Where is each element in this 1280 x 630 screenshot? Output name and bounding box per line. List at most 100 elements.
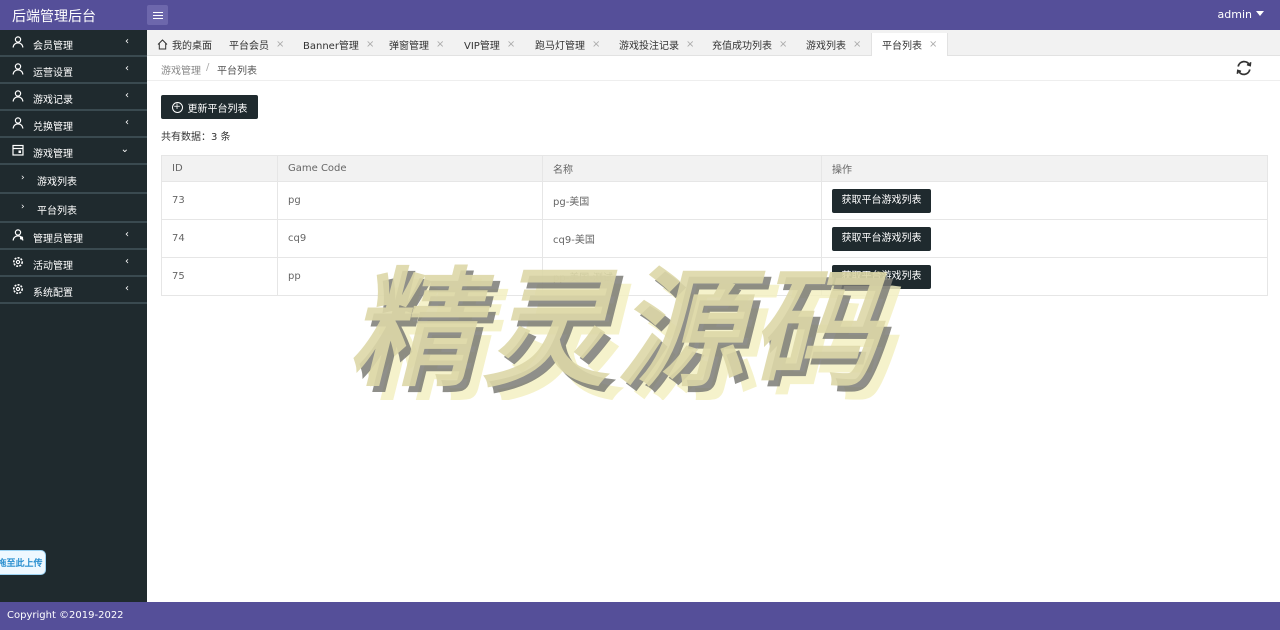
sidebar-item-member[interactable]: 会员管理 ‹ [0, 30, 147, 57]
sidebar-item-label: 会员管理 [33, 41, 73, 52]
tab-popup[interactable]: 弹窗管理 × [389, 33, 444, 56]
sidebar-item-admin[interactable]: 管理员管理 ‹ [0, 223, 147, 250]
sidebar-subitem-game-list[interactable]: › 游戏列表 [0, 165, 147, 194]
tab-label: 游戏投注记录 [619, 41, 679, 52]
sidebar-item-game-record[interactable]: 游戏记录 ‹ [0, 84, 147, 111]
sidebar-item-label: 游戏记录 [33, 95, 73, 106]
tab-platform-list[interactable]: 平台列表 × [871, 33, 949, 56]
refresh-icon[interactable] [1235, 59, 1253, 77]
users-icon [12, 229, 24, 241]
table-row: 74 cq9 cq9-美国 获取平台游戏列表 [161, 219, 1268, 258]
close-icon[interactable]: × [592, 39, 600, 50]
tab-vip[interactable]: VIP管理 × [464, 33, 515, 56]
sidebar-item-game-management[interactable]: 游戏管理 ⌄ [0, 138, 147, 165]
user-menu[interactable]: admin [1218, 8, 1264, 21]
sidebar-item-label: 活动管理 [33, 261, 73, 272]
tab-bet-record[interactable]: 游戏投注记录 × [619, 33, 694, 56]
platform-table: ID Game Code 名称 操作 73 pg pg-美国 获取平台游戏列表 … [161, 155, 1268, 296]
chevron-left-icon: ‹ [125, 36, 129, 47]
chevron-down-icon: ⌄ [120, 144, 129, 155]
sidebar-item-exchange[interactable]: 兑换管理 ‹ [0, 111, 147, 138]
top-header: 后端管理后台 admin [0, 0, 1280, 30]
fetch-games-button[interactable]: 获取平台游戏列表 [832, 264, 931, 289]
sidebar-item-operation[interactable]: 运营设置 ‹ [0, 57, 147, 84]
chevron-left-icon: ‹ [125, 117, 129, 128]
sidebar: 会员管理 ‹ 运营设置 ‹ 游戏记录 ‹ 兑换管理 ‹ 游戏管理 ⌄ › 游戏列… [0, 30, 147, 602]
cell-game-code: pp [277, 257, 543, 296]
gear-icon [13, 257, 23, 267]
copyright-text: Copyright ©2019-2022 [7, 610, 124, 621]
tab-label: 平台列表 [882, 41, 922, 52]
cell-id: 73 [161, 181, 278, 220]
button-label: 更新平台列表 [187, 103, 248, 115]
table-row: 75 pp pp-美国-测试 获取平台游戏列表 [161, 257, 1268, 296]
fetch-games-button[interactable]: 获取平台游戏列表 [832, 188, 931, 213]
cell-name: cq9-美国 [542, 219, 822, 258]
chevron-left-icon: ‹ [125, 283, 129, 294]
plus-circle-icon: + [171, 101, 183, 113]
chevron-left-icon: ‹ [125, 63, 129, 74]
breadcrumb-separator: / [206, 62, 210, 73]
fetch-games-button[interactable]: 获取平台游戏列表 [832, 226, 931, 251]
tab-desktop[interactable]: 我的桌面 [157, 33, 212, 56]
column-header: ID [161, 155, 278, 182]
close-icon[interactable]: × [276, 39, 284, 50]
close-icon[interactable]: × [779, 39, 787, 50]
close-icon[interactable]: × [507, 39, 515, 50]
hamburger-icon-line [152, 14, 163, 16]
chevron-left-icon: ‹ [125, 256, 129, 267]
tab-label: 跑马灯管理 [535, 41, 585, 52]
hamburger-icon-line [152, 17, 163, 19]
sidebar-subitem-platform-list[interactable]: › 平台列表 [0, 194, 147, 223]
tab-bar: 我的桌面 平台会员 × Banner管理 × 弹窗管理 × VIP管理 × 跑马灯管理 ×… [147, 30, 1280, 56]
chevron-left-icon: ‹ [125, 90, 129, 101]
user-icon [12, 36, 24, 48]
tab-platform-member[interactable]: 平台会员 × [229, 33, 284, 56]
close-icon[interactable]: × [853, 39, 861, 50]
tab-marquee[interactable]: 跑马灯管理 × [535, 33, 600, 56]
breadcrumb-current: 平台列表 [217, 66, 257, 77]
tab-label: 游戏列表 [806, 41, 846, 52]
tab-label: 平台会员 [229, 41, 269, 52]
tab-recharge[interactable]: 充值成功列表 × [712, 33, 787, 56]
tab-banner[interactable]: Banner管理 × [303, 33, 374, 56]
sidebar-subitem-label: 平台列表 [37, 206, 77, 217]
sidebar-item-label: 运营设置 [33, 68, 73, 79]
caret-down-icon [1256, 11, 1264, 16]
cell-id: 74 [161, 219, 278, 258]
chevron-right-icon: › [21, 202, 25, 212]
user-icon [12, 63, 24, 75]
menu-toggle-button[interactable] [147, 5, 168, 25]
gear-icon [13, 284, 23, 294]
tab-game-list[interactable]: 游戏列表 × [806, 33, 861, 56]
sidebar-item-system-config[interactable]: 系统配置 ‹ [0, 277, 147, 304]
sidebar-subitem-label: 游戏列表 [37, 177, 77, 188]
breadcrumb-parent[interactable]: 游戏管理 [161, 62, 201, 77]
calendar-icon [12, 144, 24, 156]
table-header-row: ID Game Code 名称 操作 [161, 155, 1268, 182]
tab-label: 充值成功列表 [712, 41, 772, 52]
close-icon[interactable]: × [366, 39, 374, 50]
upload-drop-tip[interactable]: 拖至此上传 [0, 550, 46, 575]
sidebar-item-activity[interactable]: 活动管理 ‹ [0, 250, 147, 277]
cell-action: 获取平台游戏列表 [821, 181, 1268, 220]
sidebar-item-label: 管理员管理 [33, 234, 83, 245]
username: admin [1217, 8, 1252, 21]
user-icon [12, 90, 24, 102]
user-icon [12, 117, 24, 129]
tab-label: Banner管理 [303, 41, 359, 52]
cell-game-code: pg [277, 181, 543, 220]
close-icon[interactable]: × [436, 39, 444, 50]
column-header: 操作 [821, 155, 1268, 182]
close-icon[interactable]: × [686, 39, 694, 50]
sidebar-item-label: 兑换管理 [33, 122, 73, 133]
sidebar-item-label: 游戏管理 [33, 149, 73, 160]
update-platform-list-button[interactable]: + 更新平台列表 [161, 95, 258, 119]
tab-label: 我的桌面 [172, 41, 212, 52]
breadcrumb: 游戏管理 / 平台列表 [147, 56, 1280, 81]
cell-name: pg-美国 [542, 181, 822, 220]
close-icon[interactable]: × [929, 39, 937, 50]
column-header: Game Code [277, 155, 543, 182]
tab-label: 弹窗管理 [389, 41, 429, 52]
cell-action: 获取平台游戏列表 [821, 219, 1268, 258]
